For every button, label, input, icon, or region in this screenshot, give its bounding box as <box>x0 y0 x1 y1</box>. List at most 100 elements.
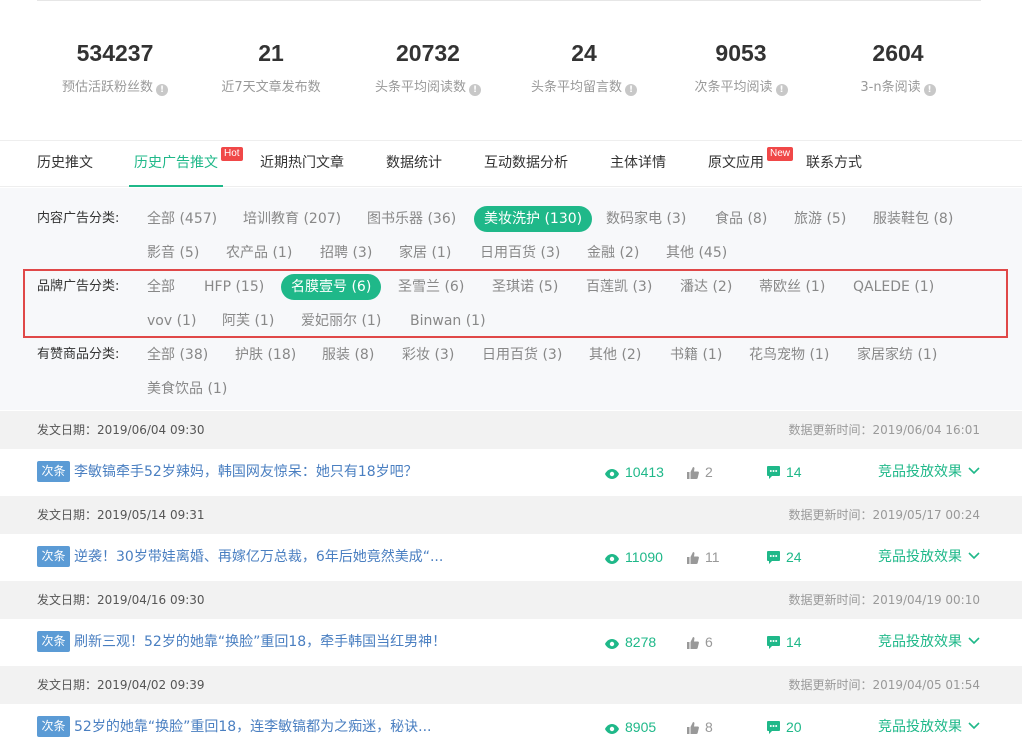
like-count: 8 <box>687 704 713 751</box>
date-bar: 发文日期：2019/04/16 09:30 数据更新时间：2019/04/19 … <box>0 581 1022 619</box>
filter-item[interactable]: 家居 (1) <box>399 240 451 266</box>
view-value: 11090 <box>625 549 663 565</box>
filter-item[interactable]: 彩妆 (3) <box>402 342 454 368</box>
tab-entity-details[interactable]: 主体详情 <box>610 141 666 187</box>
view-value: 8278 <box>625 634 657 650</box>
stat-label: 头条平均留言数 <box>530 80 622 95</box>
filter-item[interactable]: 日用百货 (3) <box>480 240 560 266</box>
filter-item[interactable]: 家居家纺 (1) <box>857 342 937 368</box>
eye-icon <box>605 639 619 649</box>
filter-item[interactable]: 护肤 (18) <box>235 342 296 368</box>
stat-head-avg-reads: 20732 头条平均阅读数! <box>338 28 518 106</box>
eye-icon <box>605 554 619 564</box>
comment-value: 14 <box>786 634 802 650</box>
filter-item[interactable]: 招聘 (3) <box>320 240 372 266</box>
filter-item[interactable]: 服装鞋包 (8) <box>873 206 953 232</box>
goods-filter-row-2: 美食饮品 (1) <box>0 372 1022 406</box>
tab-contact[interactable]: 联系方式 <box>806 141 862 187</box>
filter-item[interactable]: 书籍 (1) <box>670 342 722 368</box>
tab-interaction-analysis[interactable]: 互动数据分析 <box>484 141 568 187</box>
goods-filter-label: 有赞商品分类: <box>37 347 120 362</box>
view-count: 10413 <box>605 449 664 496</box>
thumbs-up-icon <box>687 637 699 649</box>
filter-item[interactable]: 美食饮品 (1) <box>147 376 227 402</box>
chevron-down-icon <box>968 722 980 730</box>
like-count: 11 <box>687 534 720 581</box>
filter-item[interactable]: 培训教育 (207) <box>243 206 341 232</box>
update-time: 数据更新时间：2019/04/05 01:54 <box>788 678 980 692</box>
filter-item[interactable]: 影音 (5) <box>147 240 199 266</box>
filter-item[interactable]: 全部 (38) <box>147 342 208 368</box>
article-row: 次条 李敏镐牵手52岁辣妈，韩国网友惊呆：她只有18岁吧？ 10413 2 14… <box>0 449 1022 496</box>
article-title-link[interactable]: 李敏镐牵手52岁辣妈，韩国网友惊呆：她只有18岁吧？ <box>74 449 418 496</box>
stat-label: 次条平均阅读 <box>694 80 773 95</box>
like-count: 2 <box>687 449 713 496</box>
thumbs-up-icon <box>687 467 699 479</box>
update-time: 数据更新时间：2019/06/04 16:01 <box>788 423 980 437</box>
stat-second-avg-reads: 9053 次条平均阅读! <box>651 28 831 106</box>
info-icon[interactable]: ! <box>625 84 637 96</box>
comment-icon <box>767 721 780 734</box>
tab-label: 历史广告推文 <box>134 155 218 171</box>
info-icon[interactable]: ! <box>156 84 168 96</box>
article-title-link[interactable]: 逆袭！30岁带娃离婚、再嫁亿万总裁，6年后她竟然美成“... <box>74 534 443 581</box>
info-icon[interactable]: ! <box>775 84 788 96</box>
tab-label: 历史推文 <box>37 155 93 171</box>
info-icon[interactable]: ! <box>923 84 936 96</box>
effect-label: 竞品投放效果 <box>878 464 962 480</box>
tab-history-ad-posts[interactable]: 历史广告推文 <box>129 141 223 187</box>
article-title-link[interactable]: 52岁的她靠“换脸”重回18，连李敏镐都为之痴迷，秘诀... <box>74 704 431 751</box>
comment-icon <box>767 551 780 564</box>
tab-label: 近期热门文章 <box>260 155 344 171</box>
stat-label: 3-n条阅读 <box>860 80 921 95</box>
date-bar: 发文日期：2019/06/04 09:30 数据更新时间：2019/06/04 … <box>0 411 1022 449</box>
stats-panel: 534237 预估活跃粉丝数! 21 近7天文章发布数 20732 头条平均阅读… <box>0 28 1022 138</box>
comment-icon <box>767 466 780 479</box>
stat-value: 20732 <box>396 40 460 66</box>
stat-3n-reads: 2604 3-n条阅读! <box>808 28 988 106</box>
date-bar: 发文日期：2019/05/14 09:31 数据更新时间：2019/05/17 … <box>0 496 1022 534</box>
position-tag: 次条 <box>37 546 70 567</box>
filter-item[interactable]: 全部 (457) <box>147 206 217 232</box>
stat-value: 24 <box>571 40 597 66</box>
competitor-effect-toggle[interactable]: 竞品投放效果 <box>878 619 980 666</box>
date-bar: 发文日期：2019/04/02 09:39 数据更新时间：2019/04/05 … <box>0 666 1022 704</box>
publish-date: 发文日期：2019/04/16 09:30 <box>37 593 205 607</box>
competitor-effect-toggle[interactable]: 竞品投放效果 <box>878 534 980 581</box>
filter-item[interactable]: 金融 (2) <box>587 240 639 266</box>
tab-label: 联系方式 <box>806 155 862 171</box>
filter-item[interactable]: 图书乐器 (36) <box>367 206 456 232</box>
filter-item[interactable]: 农产品 (1) <box>226 240 292 266</box>
article-row: 次条 逆袭！30岁带娃离婚、再嫁亿万总裁，6年后她竟然美成“... 11090 … <box>0 534 1022 581</box>
filter-item[interactable]: 食品 (8) <box>715 206 767 232</box>
tab-recent-hot[interactable]: 近期热门文章 <box>260 141 344 187</box>
competitor-effect-toggle[interactable]: 竞品投放效果 <box>878 449 980 496</box>
tab-data-stats[interactable]: 数据统计 <box>386 141 442 187</box>
effect-label: 竞品投放效果 <box>878 549 962 565</box>
tab-history-posts[interactable]: 历史推文 <box>37 141 93 187</box>
comment-count: 14 <box>767 619 802 666</box>
tab-label: 数据统计 <box>386 155 442 171</box>
filter-item[interactable]: 旅游 (5) <box>794 206 846 232</box>
filter-item[interactable]: 其他 (2) <box>589 342 641 368</box>
stat-label: 头条平均阅读数 <box>374 80 466 95</box>
publish-date: 发文日期：2019/04/02 09:39 <box>37 678 205 692</box>
filter-item[interactable]: 数码家电 (3) <box>606 206 686 232</box>
info-icon[interactable]: ! <box>469 84 481 96</box>
position-tag: 次条 <box>37 716 70 737</box>
filter-item[interactable]: 服装 (8) <box>322 342 374 368</box>
tab-original-app[interactable]: 原文应用 <box>708 141 764 187</box>
filter-item[interactable]: 日用百货 (3) <box>482 342 562 368</box>
update-time: 数据更新时间：2019/04/19 00:10 <box>788 593 980 607</box>
new-badge: New <box>767 147 794 161</box>
filter-item-selected[interactable]: 美妆洗护 (130) <box>474 206 593 232</box>
tab-label: 原文应用 <box>708 155 764 171</box>
stat-head-avg-comments: 24 头条平均留言数! <box>494 28 674 106</box>
effect-label: 竞品投放效果 <box>878 634 962 650</box>
filter-item[interactable]: 其他 (45) <box>666 240 727 266</box>
effect-label: 竞品投放效果 <box>878 719 962 735</box>
article-title-link[interactable]: 刷新三观！52岁的她靠“换脸”重回18，牵手韩国当红男神！ <box>74 619 446 666</box>
content-filter-row-2: 影音 (5) 农产品 (1) 招聘 (3) 家居 (1) 日用百货 (3) 金融… <box>0 236 1022 270</box>
filter-item[interactable]: 花鸟宠物 (1) <box>749 342 829 368</box>
competitor-effect-toggle[interactable]: 竞品投放效果 <box>878 704 980 751</box>
